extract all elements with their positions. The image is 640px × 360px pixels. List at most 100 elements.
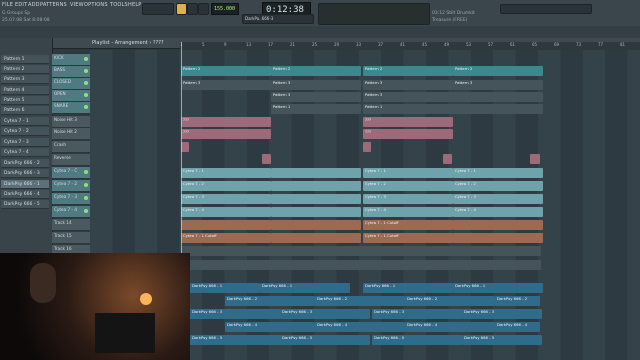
browser-item[interactable]: Pattern 3	[1, 75, 49, 84]
track-header[interactable]: Noise Hit 3	[52, 116, 90, 128]
menu-add[interactable]: ADD	[28, 2, 40, 8]
pattern-clip[interactable]: DarkPsy 666 - 2	[495, 296, 540, 306]
automation-clip[interactable]: Cytea 7 - 1 Cutoff	[363, 220, 453, 230]
pattern-clip[interactable]: DarkPsy 666 - 2	[225, 296, 315, 306]
audio-clip[interactable]: ???	[181, 129, 271, 139]
pattern-clip[interactable]: DarkPsy 666 - 1	[363, 283, 453, 293]
menu-options[interactable]: OPTIONS	[84, 2, 108, 8]
menu-edit[interactable]: EDIT	[15, 2, 27, 8]
timeline-ruler[interactable]: 1 5 9 13 17 21 25 29 33 37 41 45 49 53 5…	[180, 42, 640, 50]
pattern-clip[interactable]: DarkPsy 666 - 1	[453, 283, 543, 293]
automation-clip[interactable]	[181, 246, 541, 256]
track-header[interactable]: Cytea 7 - 2	[52, 180, 90, 192]
track-led[interactable]	[84, 69, 88, 73]
pattern-clip[interactable]: DarkPsy 666 - 4	[495, 322, 540, 332]
browser-item[interactable]: Cytea 7 - 4	[1, 148, 49, 157]
track-led[interactable]	[84, 57, 88, 61]
pattern-song-toggle[interactable]	[142, 3, 174, 15]
pattern-clip[interactable]: Cytea 7 - 4	[363, 207, 453, 217]
pattern-clip[interactable]	[271, 168, 361, 178]
track-header[interactable]: Cytea 7 - 3	[52, 193, 90, 205]
browser-item[interactable]: Pattern 6	[1, 106, 49, 115]
pattern-clip[interactable]: DarkPsy 666 - 5	[280, 335, 370, 345]
pattern-clip[interactable]: DarkPsy 666 - 1	[190, 283, 260, 293]
track-header[interactable]: Track 15	[52, 232, 90, 244]
pattern-clip[interactable]: Pattern 3	[363, 80, 453, 90]
stop-button[interactable]	[187, 3, 198, 15]
pattern-clip[interactable]: DarkPsy 666 - 3	[372, 309, 462, 319]
track-led[interactable]	[84, 170, 88, 174]
audio-clip[interactable]	[530, 154, 540, 164]
pattern-clip[interactable]: DarkPsy 666 - 2	[315, 296, 405, 306]
pattern-clip[interactable]: DarkPsy 666 - 4	[315, 322, 405, 332]
browser-item[interactable]: Cytea 7 - 2	[1, 127, 49, 136]
track-header[interactable]: Cytea 7 - 4	[52, 206, 90, 218]
pattern-clip[interactable]: Pattern 1	[271, 104, 361, 114]
audio-clip[interactable]: ???	[363, 117, 453, 127]
pattern-clip[interactable]: DarkPsy 666 - 4	[225, 322, 315, 332]
automation-clip[interactable]	[271, 233, 361, 243]
pattern-clip[interactable]: Cytea 7 - 1	[181, 168, 271, 178]
pattern-clip[interactable]: Pattern 2	[271, 66, 361, 76]
automation-clip[interactable]	[181, 220, 271, 230]
browser-item[interactable]: Pattern 4	[1, 86, 49, 95]
pattern-clip[interactable]: Cytea 7 - 3	[453, 194, 543, 204]
audio-clip[interactable]	[262, 154, 271, 164]
pattern-clip[interactable]: DarkPsy 666 - 5	[190, 335, 280, 345]
pattern-clip[interactable]: DarkPsy 666 - 3	[190, 309, 280, 319]
browser-item[interactable]: DarkPsy 666 - 2	[1, 159, 49, 168]
browser-item[interactable]: Cytea 7 - 3	[1, 138, 49, 147]
track-header-kick[interactable]: KICK	[52, 54, 90, 66]
pattern-clip[interactable]: Cytea 7 - 3	[363, 194, 453, 204]
pattern-clip[interactable]: Pattern 3	[271, 92, 361, 102]
pattern-clip[interactable]: Pattern 3	[181, 80, 271, 90]
browser-item[interactable]: Cytea 7 - 1	[1, 117, 49, 126]
track-led[interactable]	[84, 209, 88, 213]
track-header[interactable]: Crash	[52, 141, 90, 153]
track-header-closed[interactable]: CLOSED	[52, 78, 90, 90]
browser-item[interactable]: DarkPsy 666 - 5	[1, 200, 49, 209]
pattern-clip[interactable]: Pattern 3	[453, 80, 543, 90]
audio-clip[interactable]: ???	[363, 129, 453, 139]
menu-patterns[interactable]: PATTERNS	[40, 2, 67, 8]
pattern-clip[interactable]: Pattern 2	[363, 66, 453, 76]
browser-item[interactable]: Pattern 5	[1, 96, 49, 105]
pattern-clip[interactable]: Pattern 3	[271, 80, 361, 90]
pattern-clip[interactable]: Pattern 2	[453, 66, 543, 76]
pattern-clip[interactable]: Cytea 7 - 1	[453, 168, 543, 178]
pattern-clip[interactable]: Cytea 7 - 4	[181, 207, 271, 217]
pattern-clip[interactable]: DarkPsy 666 - 5	[462, 335, 542, 345]
track-led[interactable]	[84, 105, 88, 109]
automation-clip[interactable]: Cytea 7 - 1 Cutoff	[181, 233, 271, 243]
toolbar-icons[interactable]	[500, 4, 592, 14]
pattern-clip[interactable]	[271, 181, 361, 191]
audio-clip[interactable]	[443, 154, 452, 164]
browser-item[interactable]: DarkPsy 666 - 3	[1, 169, 49, 178]
pattern-clip[interactable]: DarkPsy 666 - 3	[462, 309, 542, 319]
automation-clip[interactable]	[181, 260, 541, 270]
track-header[interactable]: Noise Hit 2	[52, 128, 90, 140]
menu-tools[interactable]: TOOLS	[110, 2, 128, 8]
track-led[interactable]	[84, 183, 88, 187]
pattern-clip[interactable]: Cytea 7 - 4	[453, 207, 543, 217]
track-header[interactable]: Track 14	[52, 219, 90, 231]
pattern-clip[interactable]: DarkPsy 666 - 1	[260, 283, 350, 293]
automation-clip[interactable]: Cytea 7 - 1 Cutoff	[363, 233, 453, 243]
audio-clip[interactable]: ???	[181, 117, 271, 127]
automation-clip[interactable]	[271, 220, 361, 230]
pattern-clip[interactable]: Pattern 1	[363, 104, 543, 114]
tempo-display[interactable]: 155.000	[211, 3, 239, 15]
play-button[interactable]	[176, 3, 187, 15]
track-header-bass[interactable]: BASS	[52, 66, 90, 78]
record-button[interactable]	[198, 3, 209, 15]
pattern-clip[interactable]: DarkPsy 666 - 3	[280, 309, 370, 319]
track-header[interactable]: Cytea 7 - C	[52, 167, 90, 179]
track-led[interactable]	[84, 196, 88, 200]
pattern-clip[interactable]	[271, 207, 361, 217]
menu-help[interactable]: HELP	[128, 2, 142, 8]
pattern-clip[interactable]: Cytea 7 - 2	[363, 181, 453, 191]
browser-item[interactable]: Pattern 1	[1, 55, 49, 64]
pattern-clip[interactable]: Pattern 2	[181, 66, 271, 76]
pattern-clip[interactable]: DarkPsy 666 - 4	[405, 322, 495, 332]
browser-item[interactable]: Pattern 2	[1, 65, 49, 74]
